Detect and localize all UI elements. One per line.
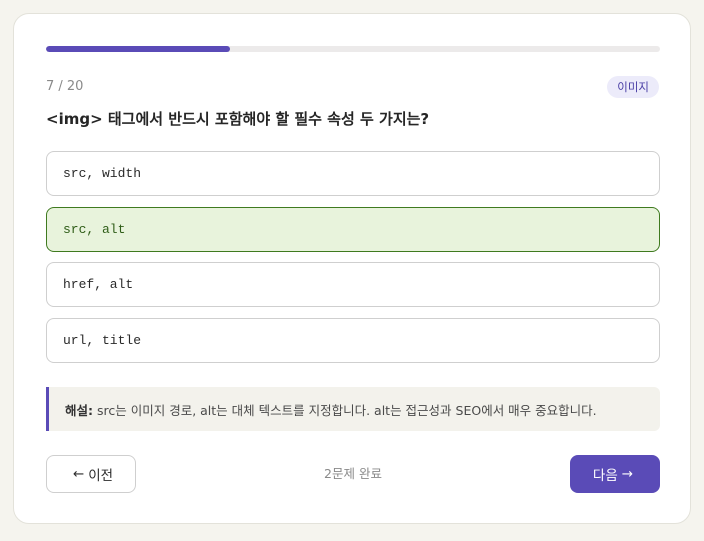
question-text: <img> 태그에서 반드시 포함해야 할 필수 속성 두 가지는? — [46, 110, 430, 128]
question-counter: 7 / 20 — [46, 79, 84, 94]
quiz-card: 7 / 20 이미지 <img> 태그에서 반드시 포함해야 할 필수 속성 두… — [13, 13, 691, 524]
answer-option-label: href, alt — [63, 277, 134, 292]
answer-option-4[interactable]: url, title — [46, 317, 660, 363]
arrow-right-icon: → — [621, 466, 634, 482]
answer-option-2-correct[interactable]: src, alt — [46, 206, 660, 252]
explanation-text: src는 이미지 경로, alt는 대체 텍스트를 지정합니다. alt는 접근… — [97, 402, 597, 418]
answer-option-label: url, title — [63, 332, 142, 348]
category-badge: 이미지 — [607, 76, 659, 98]
answer-option-label: src, alt — [63, 221, 126, 237]
answer-option-label: src, width — [63, 166, 142, 181]
answer-option-3[interactable]: href, alt — [46, 262, 660, 307]
next-button[interactable]: 다음 → — [570, 455, 660, 493]
answer-option-1[interactable]: src, width — [46, 151, 660, 196]
progress-bar — [46, 46, 660, 52]
next-button-label: 다음 — [592, 468, 618, 484]
progress-bar-fill — [46, 46, 231, 52]
explanation-label: 해설: — [65, 402, 93, 418]
answer-options: src, width src, alt href, alt url, title — [46, 151, 660, 373]
explanation-box: 해설: src는 이미지 경로, alt는 대체 텍스트를 지정합니다. alt… — [46, 387, 660, 431]
